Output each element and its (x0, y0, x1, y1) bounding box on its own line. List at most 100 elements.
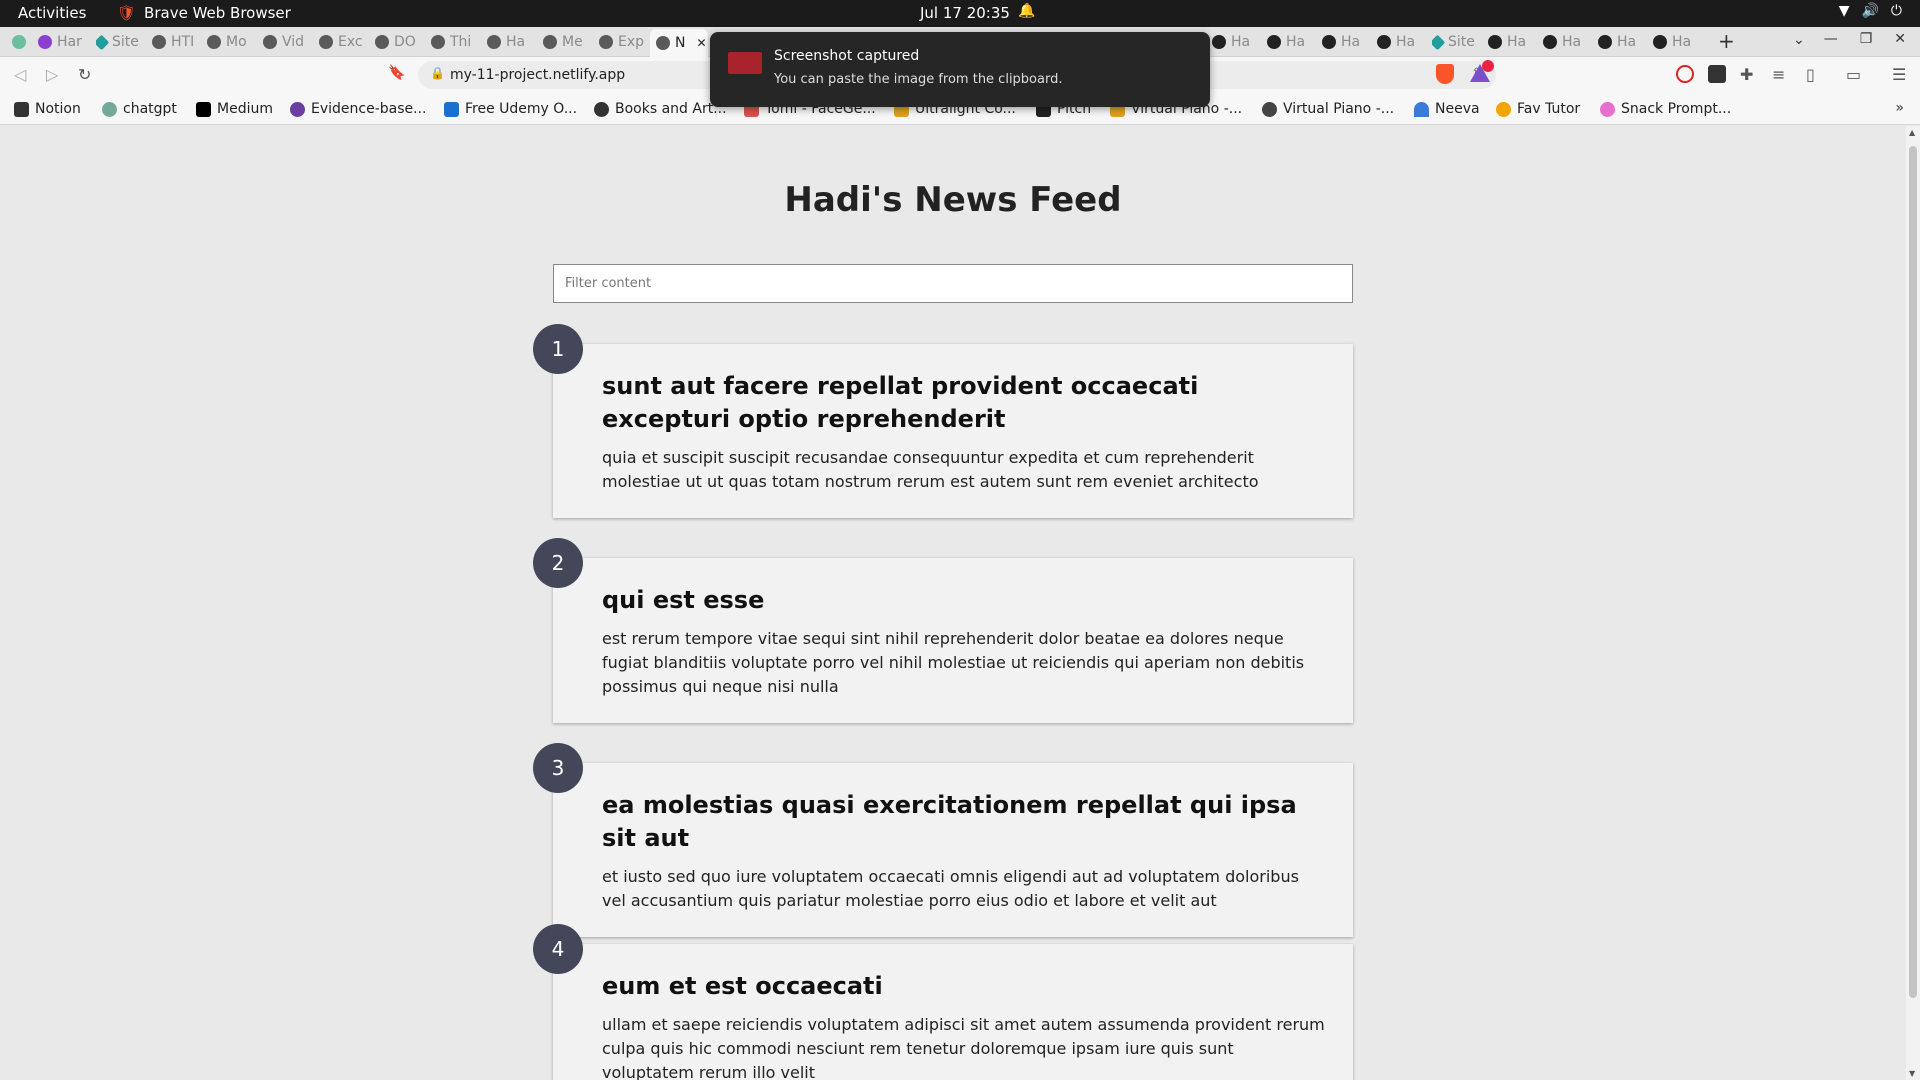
screenshot-notification[interactable]: Screenshot captured You can paste the im… (710, 32, 1210, 107)
tab[interactable]: Exp (599, 31, 649, 53)
globe-icon (543, 35, 557, 49)
system-tray[interactable]: ▼ 🔊 ⏻ (1839, 3, 1902, 19)
bookmark-item[interactable]: Medium (196, 101, 273, 117)
tab-label: Exc (338, 34, 363, 50)
tab[interactable]: Site (96, 31, 146, 53)
menu-icon[interactable]: ☰ (1892, 65, 1906, 84)
back-icon[interactable]: ◁ (14, 65, 26, 84)
chatgpt-icon (102, 101, 117, 117)
bookmark-label: Fav Tutor (1517, 101, 1581, 117)
brave-lion-icon: 🛡 (117, 4, 137, 22)
tab[interactable]: Ha (1377, 31, 1427, 53)
system-top-bar: Activities 🛡 Brave Web Browser Jul 17 20… (0, 0, 1920, 27)
tab[interactable]: Ha (1598, 31, 1648, 53)
wallet-icon[interactable]: ▭ (1846, 65, 1861, 84)
tab[interactable]: Ha (1322, 31, 1372, 53)
extensions-puzzle-icon[interactable]: ✚ (1740, 65, 1753, 84)
bookmark-item[interactable]: Fav Tutor (1496, 101, 1580, 117)
tab[interactable]: DO (375, 31, 425, 53)
tab-search-icon[interactable]: ⌄ (1793, 32, 1805, 48)
tab[interactable]: Ha (1543, 31, 1593, 53)
bookmark-item[interactable]: Books and Art... (594, 101, 727, 117)
tab-active[interactable]: N ✕ (650, 29, 708, 57)
close-tab-icon[interactable]: ✕ (696, 36, 706, 50)
tab-label: Ha (1286, 34, 1306, 50)
scroll-up-icon[interactable]: ▲ (1909, 128, 1915, 137)
reload-icon[interactable]: ↻ (78, 65, 91, 84)
github-icon (1488, 35, 1502, 49)
tab[interactable]: HTI (152, 31, 202, 53)
post-card: 4 eum et est occaecati ullam et saepe re… (533, 924, 1353, 1080)
favtutor-icon (1496, 101, 1511, 117)
tab[interactable]: Site (1432, 31, 1482, 53)
tab[interactable]: Ha (487, 31, 537, 53)
app-menu[interactable]: 🛡 Brave Web Browser (117, 4, 291, 22)
post-body: ullam et saepe reiciendis voluptatem adi… (602, 1015, 1325, 1080)
snack-prompt-icon (1600, 101, 1615, 117)
bookmark-icon[interactable]: 🔖 (388, 65, 405, 81)
tab[interactable]: Mo (207, 31, 257, 53)
github-icon (1322, 35, 1336, 49)
tab[interactable]: Thi (431, 31, 481, 53)
bookmark-item[interactable]: Free Udemy O... (444, 101, 577, 117)
scrollbar-thumb[interactable] (1909, 146, 1917, 998)
bookmarks-overflow-icon[interactable]: » (1895, 100, 1904, 116)
tab[interactable]: Me (543, 31, 593, 53)
tab-label: Exp (618, 34, 645, 50)
rewards-badge (1482, 60, 1494, 72)
bookmark-item[interactable]: Snack Prompt... (1600, 101, 1731, 117)
tab[interactable]: Ha (1267, 31, 1317, 53)
url-text[interactable]: my-11-project.netlify.app (450, 67, 625, 83)
close-window-icon[interactable]: ✕ (1894, 31, 1906, 47)
evidence-icon (290, 101, 305, 117)
diamond-icon (1432, 34, 1446, 50)
bookmark-label: Notion (35, 101, 81, 117)
bookmark-label: Virtual Piano -... (1283, 101, 1395, 117)
activities-button[interactable]: Activities (18, 4, 86, 22)
tab-label: Ha (1562, 34, 1582, 50)
tab-label: Ha (1507, 34, 1527, 50)
tab-label: DO (394, 34, 416, 50)
tab[interactable] (12, 31, 30, 53)
bookmark-item[interactable]: Neeva (1414, 101, 1480, 117)
extension-icon[interactable] (1708, 65, 1726, 83)
tab[interactable]: Ha (1653, 31, 1703, 53)
tab[interactable]: Exc (319, 31, 369, 53)
github-icon (1377, 35, 1391, 49)
bookmark-item[interactable]: Notion (14, 101, 81, 117)
github-icon (1212, 35, 1226, 49)
tab[interactable]: Vid (263, 31, 313, 53)
restore-icon[interactable]: ❐ (1860, 31, 1873, 47)
bookmark-item[interactable]: chatgpt (102, 101, 177, 117)
tab-label: Ha (1672, 34, 1692, 50)
scroll-down-icon[interactable]: ▼ (1909, 1069, 1915, 1078)
new-tab-button[interactable]: + (1718, 29, 1735, 53)
bookmark-label: Medium (217, 101, 273, 117)
bookmark-item[interactable]: Virtual Piano -... (1262, 101, 1394, 117)
forward-icon[interactable]: ▷ (46, 65, 58, 84)
globe-icon (656, 36, 670, 50)
notification-body: You can paste the image from the clipboa… (774, 72, 1063, 87)
piano-icon (1262, 101, 1277, 117)
filter-input[interactable] (553, 264, 1353, 303)
globe-icon (263, 35, 277, 49)
recorder-extension-icon[interactable] (1676, 65, 1694, 83)
tab[interactable]: Ha (1488, 31, 1538, 53)
globe-icon (375, 35, 389, 49)
clock[interactable]: Jul 17 20:35 (920, 4, 1010, 22)
brave-shields-icon[interactable] (1436, 64, 1454, 84)
minimize-icon[interactable]: — (1824, 31, 1838, 47)
tab[interactable]: Har (38, 31, 88, 53)
tab-label: Me (562, 34, 583, 50)
tab-label: Mo (226, 34, 247, 50)
globe-icon (152, 35, 166, 49)
tab[interactable]: Ha (1212, 31, 1262, 53)
sidebar-icon[interactable]: ▯ (1806, 65, 1815, 84)
media-playlist-icon[interactable]: ≡ (1772, 65, 1785, 84)
tab-label: Vid (282, 34, 305, 50)
power-icon: ⏻ (1890, 3, 1902, 19)
lock-icon: 🔒 (430, 66, 445, 80)
bookmark-label: Books and Art... (615, 101, 727, 117)
bookmark-item[interactable]: Evidence-base... (290, 101, 426, 117)
page-scrollbar[interactable]: ▲ ▼ (1906, 126, 1920, 1080)
